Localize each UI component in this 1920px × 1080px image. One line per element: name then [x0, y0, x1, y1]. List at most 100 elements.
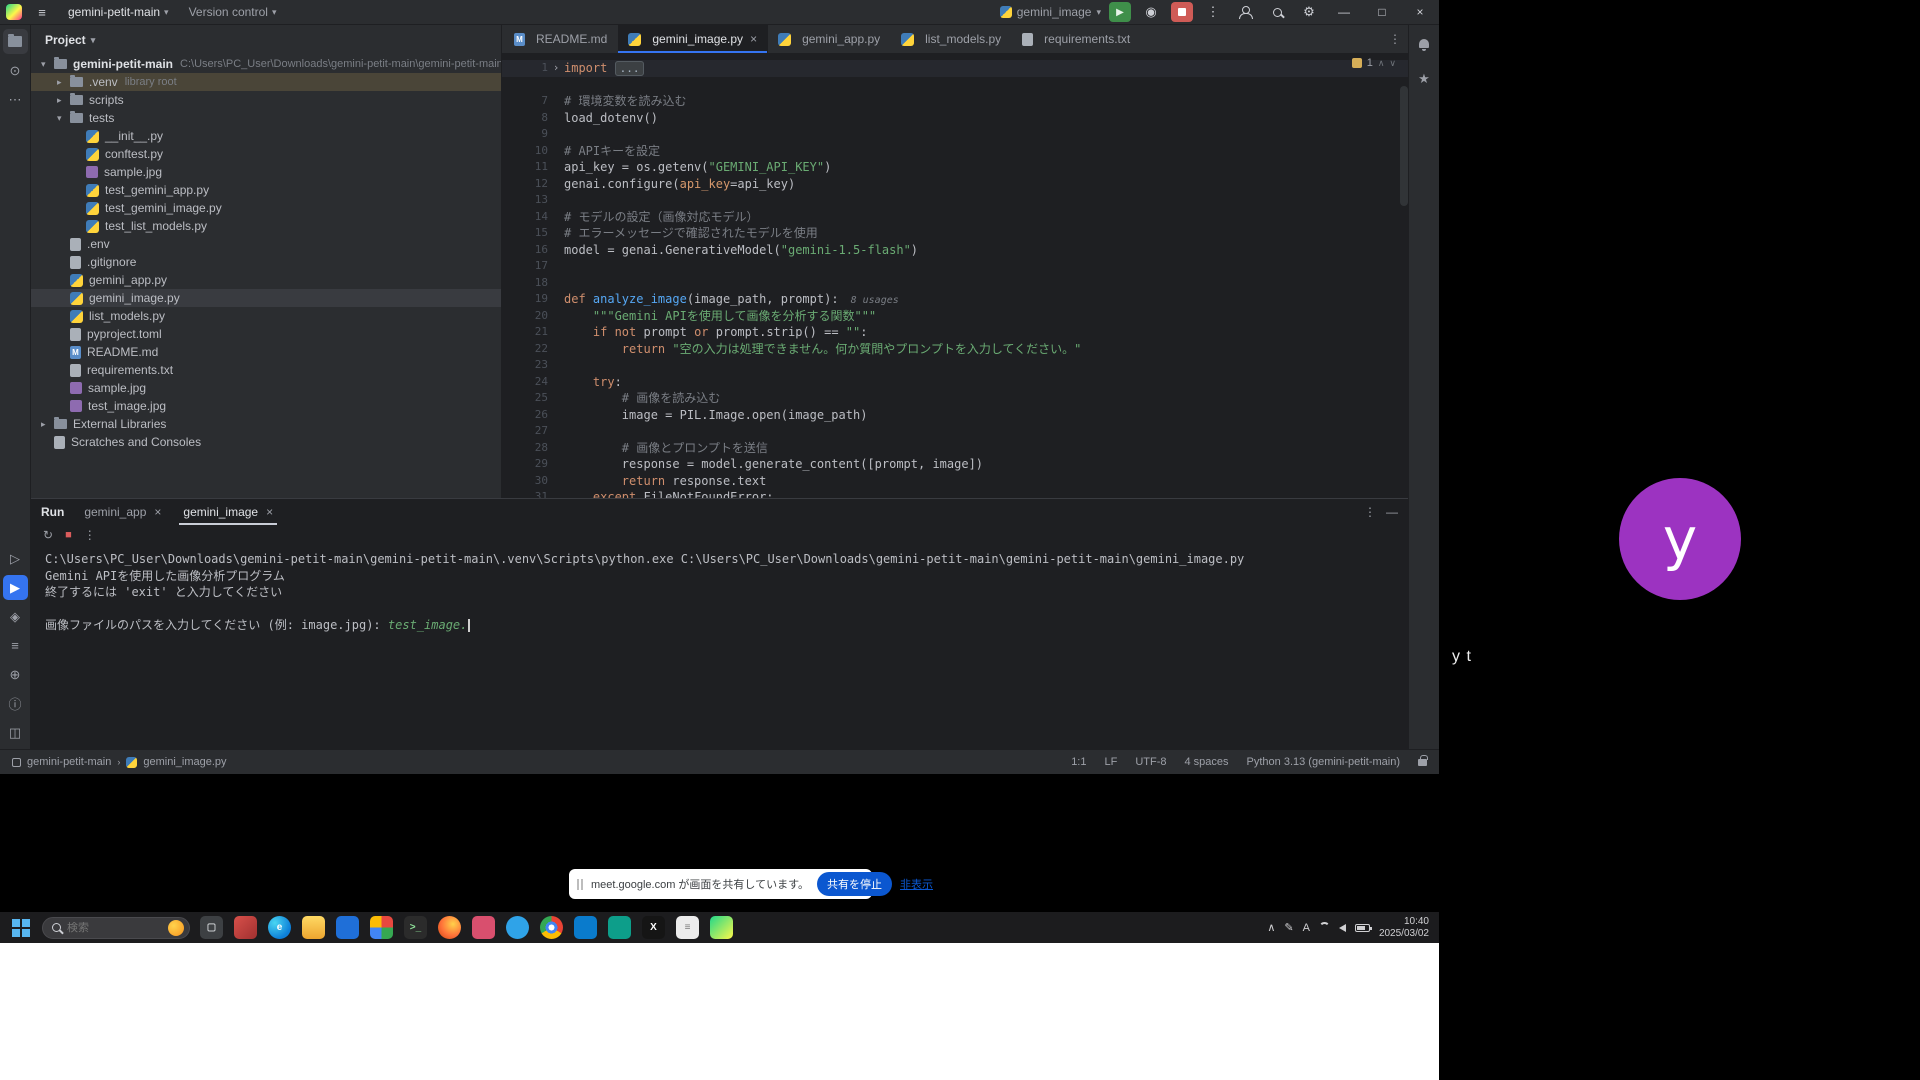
- search-everywhere-icon[interactable]: [1265, 1, 1289, 23]
- status-item[interactable]: UTF-8: [1135, 756, 1166, 768]
- ai-assistant-icon[interactable]: ★: [1412, 66, 1437, 91]
- tree-item[interactable]: .gitignore: [31, 253, 501, 271]
- stop-button[interactable]: [1171, 2, 1193, 22]
- tree-item[interactable]: test_image.jpg: [31, 397, 501, 415]
- tree-item[interactable]: Scratches and Consoles: [31, 433, 501, 451]
- settings-icon[interactable]: ⚙: [1297, 1, 1321, 23]
- fold-arrow-icon[interactable]: ›: [548, 60, 564, 77]
- debug-button[interactable]: ◉: [1139, 1, 1163, 23]
- tree-item[interactable]: MREADME.md: [31, 343, 501, 361]
- run-tab[interactable]: gemini_app×: [80, 499, 165, 525]
- close-button[interactable]: ×: [1405, 0, 1435, 25]
- editor-tab[interactable]: list_models.py: [891, 25, 1012, 53]
- taskbar-clock[interactable]: 10:40 2025/03/02: [1379, 916, 1429, 940]
- editor-tab[interactable]: gemini_app.py: [768, 25, 891, 53]
- close-tab-icon[interactable]: ×: [750, 32, 757, 46]
- minimize-button[interactable]: —: [1329, 0, 1359, 25]
- python-packages-icon[interactable]: ⊕: [3, 662, 28, 687]
- project-panel-header[interactable]: Project ▾: [31, 25, 501, 55]
- code-with-me-icon[interactable]: [1233, 1, 1257, 23]
- taskbar-search[interactable]: [42, 917, 190, 939]
- code-editor[interactable]: 1›import ...7# 環境変数を読み込む8load_dotenv()91…: [502, 54, 1408, 498]
- prev-problem-icon[interactable]: ∧: [1378, 58, 1385, 69]
- ime-indicator[interactable]: A: [1303, 922, 1310, 934]
- app-icon-skyblue[interactable]: [506, 916, 529, 939]
- pen-icon[interactable]: ✎: [1284, 921, 1293, 934]
- app-icon-blue[interactable]: [336, 916, 359, 939]
- volume-icon[interactable]: [1339, 924, 1346, 932]
- firefox-icon[interactable]: [438, 916, 461, 939]
- tray-chevron-icon[interactable]: ∧: [1267, 921, 1275, 934]
- tree-item[interactable]: .env: [31, 235, 501, 253]
- tree-item[interactable]: conftest.py: [31, 145, 501, 163]
- run-tool-icon[interactable]: ▶: [3, 575, 28, 600]
- tree-item[interactable]: ▾tests: [31, 109, 501, 127]
- tree-item[interactable]: __init__.py: [31, 127, 501, 145]
- office-icon[interactable]: [370, 916, 393, 939]
- tree-item[interactable]: sample.jpg: [31, 163, 501, 181]
- drag-handle-icon[interactable]: [577, 879, 583, 890]
- tree-item[interactable]: ▸External Libraries: [31, 415, 501, 433]
- status-item[interactable]: Python 3.13 (gemini-petit-main): [1247, 756, 1400, 768]
- app-icon-teal[interactable]: [608, 916, 631, 939]
- terminal-icon[interactable]: >_: [404, 916, 427, 939]
- editor-tab[interactable]: requirements.txt: [1012, 25, 1141, 53]
- tree-item[interactable]: ▸.venvlibrary root: [31, 73, 501, 91]
- tree-item[interactable]: test_list_models.py: [31, 217, 501, 235]
- status-item[interactable]: LF: [1104, 756, 1117, 768]
- status-item[interactable]: 1:1: [1071, 756, 1086, 768]
- run-tab[interactable]: gemini_image×: [179, 499, 277, 525]
- stop-process-icon[interactable]: ■: [65, 529, 72, 541]
- search-input[interactable]: [67, 922, 162, 934]
- inspections-widget[interactable]: 1 ∧ ∨: [1352, 57, 1396, 69]
- lock-icon[interactable]: [1418, 759, 1427, 766]
- wifi-icon[interactable]: [1319, 922, 1330, 933]
- tree-item[interactable]: ▾gemini-petit-mainC:\Users\PC_User\Downl…: [31, 55, 501, 73]
- tree-item[interactable]: gemini_app.py: [31, 271, 501, 289]
- tree-item[interactable]: sample.jpg: [31, 379, 501, 397]
- project-tool-icon[interactable]: [3, 29, 28, 54]
- version-control-button[interactable]: Version control ▾: [183, 3, 283, 21]
- project-name-button[interactable]: gemini-petit-main ▾: [62, 3, 175, 21]
- todo-tool-icon[interactable]: ≡: [3, 633, 28, 658]
- main-menu-icon[interactable]: ≡: [30, 1, 54, 23]
- explorer-icon[interactable]: [302, 916, 325, 939]
- more-tools-icon[interactable]: ⋯: [3, 87, 28, 112]
- tree-item[interactable]: test_gemini_app.py: [31, 181, 501, 199]
- edge-icon[interactable]: e: [268, 916, 291, 939]
- pycharm-icon[interactable]: [710, 916, 733, 939]
- run-options-icon[interactable]: ⋮: [1364, 505, 1376, 519]
- breadcrumb-file[interactable]: gemini_image.py: [143, 756, 226, 768]
- breadcrumb[interactable]: gemini-petit-main › gemini_image.py: [12, 756, 227, 768]
- tree-item[interactable]: list_models.py: [31, 307, 501, 325]
- maximize-button[interactable]: □: [1367, 0, 1397, 25]
- rerun-icon[interactable]: ↻: [43, 528, 53, 542]
- app-icon-pink[interactable]: [472, 916, 495, 939]
- more-actions-icon[interactable]: ⋮: [1201, 1, 1225, 23]
- start-button[interactable]: [10, 917, 32, 939]
- battery-icon[interactable]: [1355, 924, 1370, 932]
- close-tab-icon[interactable]: ×: [154, 505, 161, 519]
- editor-tab[interactable]: gemini_image.py×: [618, 25, 768, 53]
- tree-item[interactable]: test_gemini_image.py: [31, 199, 501, 217]
- commit-tool-icon[interactable]: ⊙: [3, 58, 28, 83]
- close-tab-icon[interactable]: ×: [266, 505, 273, 519]
- x-app-icon[interactable]: X: [642, 916, 665, 939]
- tree-item[interactable]: pyproject.toml: [31, 325, 501, 343]
- terminal-tool-icon[interactable]: ◫: [3, 720, 28, 745]
- hide-banner-link[interactable]: 非表示: [900, 876, 933, 892]
- tree-item[interactable]: ▸scripts: [31, 91, 501, 109]
- run-button[interactable]: ▶: [1109, 2, 1131, 22]
- chrome-icon[interactable]: [540, 916, 563, 939]
- run-config-selector[interactable]: gemini_image ▾: [1000, 5, 1101, 19]
- console-options-icon[interactable]: ⋮: [84, 528, 96, 542]
- stop-sharing-button[interactable]: 共有を停止: [817, 872, 892, 896]
- hide-panel-icon[interactable]: —: [1386, 505, 1398, 519]
- tab-bar-more-icon[interactable]: ⋮: [1382, 25, 1408, 53]
- next-problem-icon[interactable]: ∨: [1389, 58, 1396, 69]
- run-anything-icon[interactable]: ▷: [3, 546, 28, 571]
- status-item[interactable]: 4 spaces: [1185, 756, 1229, 768]
- run-console[interactable]: C:\Users\PC_User\Downloads\gemini-petit-…: [31, 545, 1408, 640]
- vscode-icon[interactable]: [574, 916, 597, 939]
- notifications-icon[interactable]: [1412, 31, 1437, 56]
